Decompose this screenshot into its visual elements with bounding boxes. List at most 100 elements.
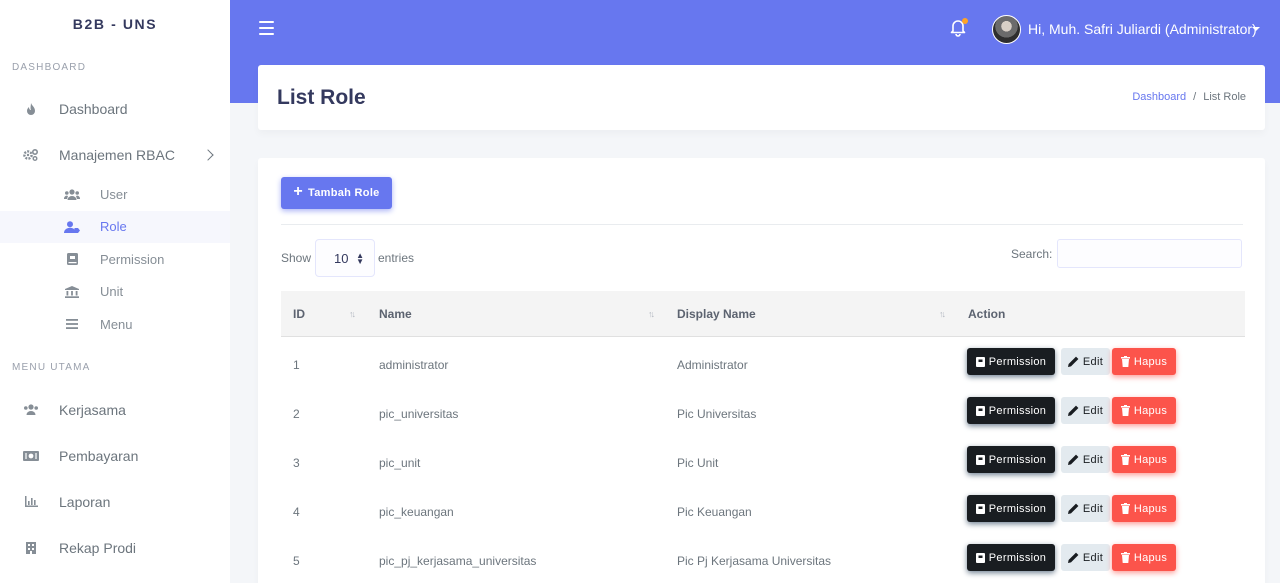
cell-display-name: Pic Unit — [677, 456, 719, 470]
cell-name: pic_pj_kerjasama_universitas — [379, 554, 537, 568]
breadcrumb-dashboard-link[interactable]: Dashboard — [1132, 91, 1186, 103]
delete-label: Hapus — [1133, 404, 1168, 417]
sidebar-subitem-user[interactable]: User — [0, 178, 230, 211]
chart-icon — [23, 494, 39, 510]
show-label: Show — [281, 251, 312, 265]
sidebar-item-dashboard[interactable]: Dashboard — [0, 86, 230, 132]
avatar[interactable] — [992, 15, 1021, 44]
plus-icon: + — [293, 183, 304, 200]
delete-button[interactable]: Hapus — [1112, 397, 1176, 424]
column-header-display-name[interactable]: Display Name — [677, 307, 756, 321]
search-label: Search: — [1011, 247, 1053, 261]
cell-id: 1 — [293, 358, 300, 372]
permission-label: Permission — [988, 551, 1047, 564]
sort-icon[interactable]: ↑↓ — [349, 309, 356, 319]
cogs-icon — [23, 147, 39, 163]
add-role-button[interactable]: + Tambah Role — [281, 177, 392, 209]
permission-button[interactable]: Permission — [967, 397, 1055, 424]
delete-button[interactable]: Hapus — [1112, 446, 1176, 473]
sidebar-subitem-role[interactable]: Role — [0, 210, 230, 243]
sidebar-item-laporan[interactable]: Laporan — [0, 479, 230, 525]
edit-button[interactable]: Edit — [1061, 397, 1110, 424]
page-title: List Role — [277, 86, 366, 109]
sidebar-subitem-menu[interactable]: Menu — [0, 308, 230, 341]
edit-label: Edit — [1082, 355, 1104, 368]
breadcrumb-current: List Role — [1203, 91, 1246, 103]
book-icon — [975, 356, 985, 367]
delete-button[interactable]: Hapus — [1112, 495, 1176, 522]
delete-button[interactable]: Hapus — [1112, 348, 1176, 375]
sidebar-item-pembayaran[interactable]: Pembayaran — [0, 433, 230, 479]
permission-button[interactable]: Permission — [967, 348, 1055, 375]
brand-logo[interactable]: B2B - UNS — [0, 0, 230, 48]
pencil-icon — [1067, 405, 1079, 416]
table-row: 3 pic_unit Pic Unit Permission Edit Hapu… — [281, 444, 1245, 493]
sort-icon[interactable]: ↑↓ — [939, 309, 946, 319]
book-icon — [975, 405, 985, 416]
edit-label: Edit — [1082, 502, 1104, 515]
pencil-icon — [1067, 503, 1079, 514]
entries-select[interactable]: 10 ▲ ▼ — [315, 239, 375, 277]
cell-display-name: Pic Universitas — [677, 407, 757, 421]
sidebar-subitem-label: Role — [100, 219, 127, 235]
sidebar-subitem-unit[interactable]: Unit — [0, 276, 230, 309]
permission-button[interactable]: Permission — [967, 446, 1055, 473]
table-row: 1 administrator Administrator Permission… — [281, 346, 1245, 395]
trash-icon — [1120, 503, 1130, 514]
cell-name: pic_unit — [379, 456, 421, 470]
cell-id: 2 — [293, 407, 300, 421]
edit-label: Edit — [1082, 404, 1104, 417]
user-greeting[interactable]: Hi, Muh. Safri Juliardi (Administrator) — [1028, 21, 1257, 37]
hamburger-menu-icon[interactable] — [259, 21, 274, 35]
entries-label: entries — [378, 251, 415, 265]
sidebar-subitem-label: Permission — [100, 251, 165, 267]
cell-id: 5 — [293, 554, 300, 568]
book-icon — [975, 454, 985, 465]
trash-icon — [1120, 405, 1130, 416]
search-input[interactable] — [1057, 239, 1242, 268]
add-role-label: Tambah Role — [308, 187, 380, 199]
edit-button[interactable]: Edit — [1061, 495, 1110, 522]
university-icon — [64, 285, 80, 299]
divider — [281, 224, 1243, 225]
cell-display-name: Administrator — [677, 358, 748, 372]
cell-display-name: Pic Keuangan — [677, 505, 752, 519]
caret-down-icon[interactable] — [1252, 27, 1260, 31]
sidebar-subitem-permission[interactable]: Permission — [0, 243, 230, 276]
permission-button[interactable]: Permission — [967, 544, 1055, 571]
sidebar-item-rekap-prodi[interactable]: Rekap Prodi — [0, 525, 230, 571]
column-header-action: Action — [968, 307, 1006, 321]
sidebar-subitem-label: User — [100, 186, 128, 202]
money-icon — [23, 448, 39, 464]
permission-label: Permission — [988, 355, 1047, 368]
sidebar-item-manajemen-rbac[interactable]: Manajemen RBAC — [0, 132, 230, 178]
table-header: ID ↑↓ Name ↑↓ Display Name ↑↓ Action — [281, 291, 1245, 337]
edit-button[interactable]: Edit — [1061, 446, 1110, 473]
permission-button[interactable]: Permission — [967, 495, 1055, 522]
cell-id: 3 — [293, 456, 300, 470]
sort-icon[interactable]: ↑↓ — [648, 309, 655, 319]
delete-label: Hapus — [1133, 551, 1168, 564]
chevron-right-icon — [202, 149, 214, 161]
breadcrumb-separator: / — [1193, 91, 1197, 103]
delete-label: Hapus — [1133, 502, 1168, 515]
column-header-id[interactable]: ID — [293, 307, 305, 321]
edit-button[interactable]: Edit — [1061, 544, 1110, 571]
notification-dot — [962, 18, 968, 24]
bell-icon[interactable] — [948, 18, 968, 38]
pencil-icon — [1067, 454, 1079, 465]
edit-button[interactable]: Edit — [1061, 348, 1110, 375]
table-row: 2 pic_universitas Pic Universitas Permis… — [281, 395, 1245, 444]
sidebar-item-kerjasama[interactable]: Kerjasama — [0, 387, 230, 433]
permission-label: Permission — [988, 502, 1047, 515]
users-icon — [64, 187, 80, 201]
cell-id: 4 — [293, 505, 300, 519]
delete-button[interactable]: Hapus — [1112, 544, 1176, 571]
cell-name: pic_universitas — [379, 407, 459, 421]
cell-name: pic_keuangan — [379, 505, 454, 519]
bars-icon — [64, 317, 80, 331]
pencil-icon — [1067, 356, 1079, 367]
column-header-name[interactable]: Name — [379, 307, 412, 321]
sidebar-item-label: Laporan — [59, 493, 111, 510]
edit-label: Edit — [1082, 551, 1104, 564]
